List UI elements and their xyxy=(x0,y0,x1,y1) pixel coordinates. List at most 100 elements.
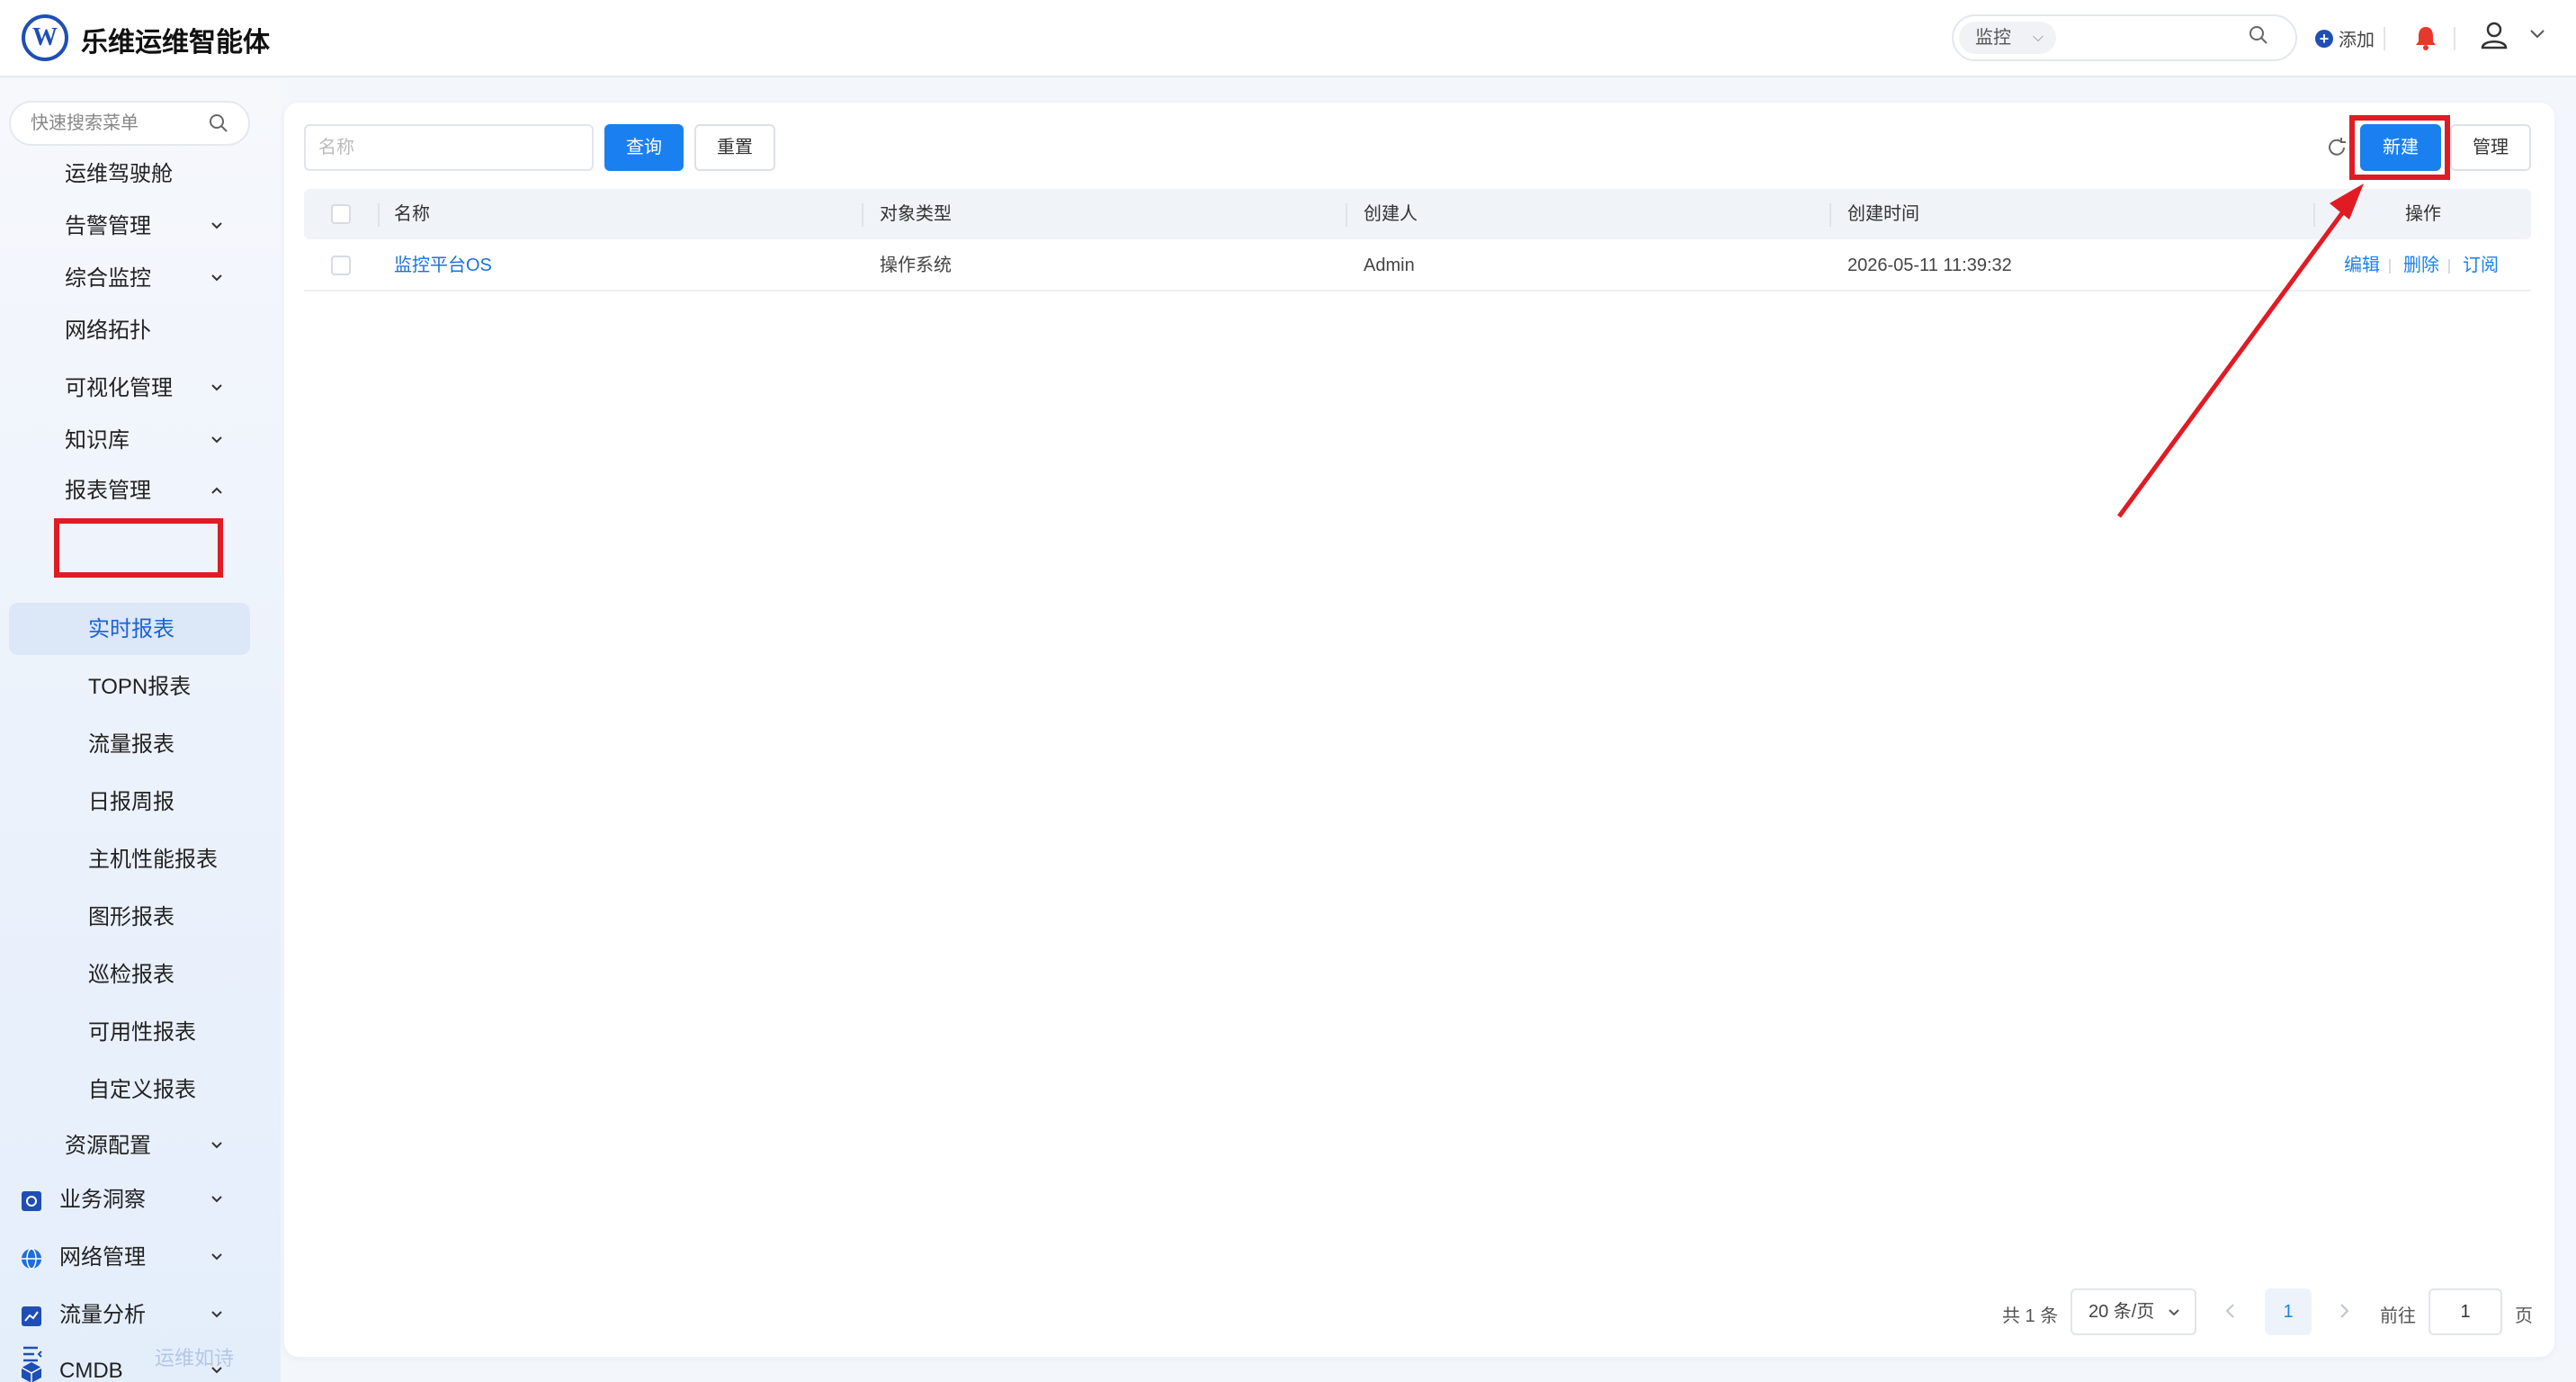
row-name-link[interactable]: 监控平台OS xyxy=(394,239,492,292)
footer-slogan: 运维如诗 xyxy=(155,1347,235,1369)
column-header-type[interactable]: 对象类型 xyxy=(880,189,952,239)
sidebar-item-visualization[interactable]: 可视化管理 xyxy=(0,363,270,414)
add-button[interactable]: + 添加 xyxy=(2315,25,2375,51)
header-divider xyxy=(2454,27,2455,50)
sidebar-item-realtime-report[interactable]: 实时报表 xyxy=(0,605,270,655)
sidebar-item-business-insight[interactable]: 业务洞察 xyxy=(0,1175,270,1225)
sidebar: 快速搜索菜单 运维驾驶舱 告警管理 综合监控 网络拓扑 可视化管理 知识库 报表… xyxy=(0,79,281,1382)
header-divider xyxy=(2384,27,2385,50)
column-divider xyxy=(2313,203,2315,227)
sidebar-item-topology[interactable]: 网络拓扑 xyxy=(0,306,270,356)
action-divider xyxy=(2389,259,2391,274)
column-divider xyxy=(378,203,380,227)
chevron-down-icon xyxy=(211,436,222,444)
column-divider xyxy=(1346,203,1347,227)
page-size-label: 20 条/页 xyxy=(2089,1302,2155,1322)
sidebar-item-label: 自定义报表 xyxy=(88,1078,196,1102)
sidebar-item-label: 实时报表 xyxy=(88,617,174,642)
sidebar-item-traffic-report[interactable]: 流量报表 xyxy=(0,720,270,770)
sidebar-item-label: 主机性能报表 xyxy=(88,848,218,872)
sidebar-item-reports[interactable]: 报表管理 xyxy=(0,466,270,516)
column-divider xyxy=(862,203,863,227)
next-page-icon[interactable] xyxy=(2339,1303,2351,1319)
row-creator: Admin xyxy=(1364,256,1415,275)
sidebar-item-label: 日报周报 xyxy=(88,790,174,814)
search-icon[interactable] xyxy=(2249,25,2268,45)
global-search[interactable]: 监控 ⌵ xyxy=(1952,14,2297,61)
chevron-down-icon xyxy=(211,1253,222,1261)
refresh-icon[interactable] xyxy=(2326,137,2348,158)
chevron-down-icon xyxy=(211,274,222,282)
sidebar-item-label: 可视化管理 xyxy=(65,376,173,400)
row-created-time: 2026-05-11 11:39:32 xyxy=(1847,256,2012,275)
name-search-input[interactable]: 名称 xyxy=(304,124,594,171)
chevron-down-icon: ⌵ xyxy=(2032,30,2044,45)
user-icon[interactable] xyxy=(2479,20,2509,50)
select-all-checkbox[interactable] xyxy=(331,204,351,224)
pagination-total: 共 1 条 xyxy=(2002,1306,2059,1326)
prev-page-icon[interactable] xyxy=(2223,1303,2236,1319)
sidebar-item-label: 图形报表 xyxy=(88,905,174,929)
sidebar-item-monitoring[interactable]: 综合监控 xyxy=(0,254,270,304)
sidebar-item-label: 知识库 xyxy=(65,428,130,453)
sidebar-item-label: CMDB xyxy=(59,1359,123,1382)
table-row: 监控平台OS 操作系统 Admin 2026-05-11 11:39:32 编辑… xyxy=(304,239,2531,292)
chevron-down-icon xyxy=(2169,1309,2179,1316)
manage-button[interactable]: 管理 xyxy=(2450,124,2531,171)
table-header: 名称 对象类型 创建人 创建时间 操作 xyxy=(304,189,2531,239)
sidebar-item-label: 可用性报表 xyxy=(88,1020,196,1045)
delete-link[interactable]: 删除 xyxy=(2403,239,2439,292)
menu-search-placeholder: 快速搜索菜单 xyxy=(31,113,139,133)
sidebar-item-topn-report[interactable]: TOPN报表 xyxy=(0,662,270,713)
page-size-select[interactable]: 20 条/页 xyxy=(2071,1288,2196,1335)
column-header-creator[interactable]: 创建人 xyxy=(1364,189,1418,239)
app-logo[interactable]: W xyxy=(22,14,68,61)
bell-icon[interactable] xyxy=(2414,25,2437,50)
row-checkbox[interactable] xyxy=(331,256,351,275)
chevron-down-icon xyxy=(211,222,222,229)
search-scope-select[interactable]: 监控 ⌵ xyxy=(1959,22,2056,54)
sidebar-item-resource-config[interactable]: 资源配置 xyxy=(0,1121,270,1171)
business-insight-icon xyxy=(22,1191,41,1211)
row-type: 操作系统 xyxy=(880,256,952,275)
query-button[interactable]: 查询 xyxy=(604,124,684,171)
chevron-down-icon xyxy=(211,384,222,391)
globe-icon xyxy=(22,1248,41,1270)
sidebar-item-knowledge[interactable]: 知识库 xyxy=(0,416,270,466)
highlight-box-new-button xyxy=(2349,115,2450,180)
top-header: W 乐维运维智能体 监控 ⌵ + 添加 xyxy=(0,0,2576,77)
sidebar-item-host-perf-report[interactable]: 主机性能报表 xyxy=(0,835,270,885)
sidebar-item-label: 流量报表 xyxy=(88,732,174,757)
app-title: 乐维运维智能体 xyxy=(81,28,270,58)
column-header-name[interactable]: 名称 xyxy=(394,189,430,239)
sidebar-item-network-mgmt[interactable]: 网络管理 xyxy=(0,1233,270,1283)
sidebar-item-daily-weekly[interactable]: 日报周报 xyxy=(0,777,270,828)
page-number-current[interactable]: 1 xyxy=(2265,1288,2312,1335)
search-icon[interactable] xyxy=(209,113,228,133)
chevron-down-icon[interactable] xyxy=(2529,29,2545,40)
plus-icon: + xyxy=(2315,29,2333,48)
sidebar-item-label: 巡检报表 xyxy=(88,963,174,987)
menu-search-input[interactable]: 快速搜索菜单 xyxy=(9,101,250,146)
collapse-menu-icon[interactable] xyxy=(22,1344,43,1364)
sidebar-item-graph-report[interactable]: 图形报表 xyxy=(0,893,270,943)
sidebar-item-label: 告警管理 xyxy=(65,214,151,238)
sidebar-item-custom-report[interactable]: 自定义报表 xyxy=(0,1065,270,1116)
sidebar-item-alerts[interactable]: 告警管理 xyxy=(0,202,270,252)
chevron-down-icon xyxy=(211,1196,222,1203)
sidebar-item-cockpit[interactable]: 运维驾驶舱 xyxy=(0,149,270,200)
sidebar-item-label: 报表管理 xyxy=(65,479,151,503)
column-header-created-time[interactable]: 创建时间 xyxy=(1847,189,1919,239)
sidebar-item-traffic-analysis[interactable]: 流量分析 xyxy=(0,1290,270,1341)
highlight-box-realtime-report xyxy=(54,518,223,578)
sidebar-item-availability-report[interactable]: 可用性报表 xyxy=(0,1008,270,1058)
goto-page-input[interactable]: 1 xyxy=(2428,1288,2502,1335)
sidebar-item-label: 网络拓扑 xyxy=(65,319,151,343)
reset-button[interactable]: 重置 xyxy=(694,124,775,171)
edit-link[interactable]: 编辑 xyxy=(2344,239,2380,292)
sidebar-item-inspection-report[interactable]: 巡检报表 xyxy=(0,950,270,1001)
subscribe-link[interactable]: 订阅 xyxy=(2463,239,2499,292)
add-label: 添加 xyxy=(2339,31,2375,50)
sidebar-item-label: TOPN报表 xyxy=(88,675,192,699)
sidebar-item-label: 网络管理 xyxy=(59,1245,146,1270)
